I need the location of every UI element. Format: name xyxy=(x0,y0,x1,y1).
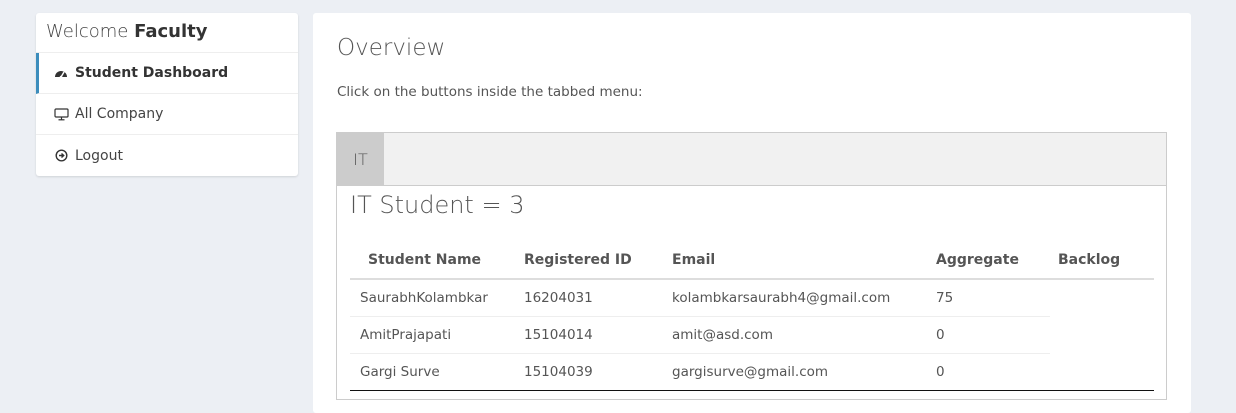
welcome-prefix: Welcome xyxy=(46,21,129,42)
sidebar: Welcome Faculty Student Dashboard All Co… xyxy=(36,13,298,176)
sidebar-item-student-dashboard[interactable]: Student Dashboard xyxy=(36,53,298,94)
cell-registered-id: 16204031 xyxy=(516,278,664,316)
cell-aggregate: 75 xyxy=(928,278,1050,316)
welcome-heading: Welcome Faculty xyxy=(36,13,298,53)
students-table: Student Name Registered ID Email Aggrega… xyxy=(350,242,1154,391)
main-panel: Overview Click on the buttons inside the… xyxy=(313,13,1191,413)
cell-aggregate: 0 xyxy=(928,352,1050,391)
welcome-role: Faculty xyxy=(134,21,208,42)
column-header-aggregate: Aggregate xyxy=(928,242,1050,280)
tab-it[interactable]: IT xyxy=(337,133,384,185)
cell-email: kolambkarsaurabh4@gmail.com xyxy=(664,278,928,316)
column-header-registered-id: Registered ID xyxy=(516,242,664,280)
cell-registered-id: 15104039 xyxy=(516,352,664,391)
tabbed-panel: IT IT Student = 3 Student Name Registere… xyxy=(336,132,1167,400)
column-header-student-name: Student Name xyxy=(350,242,516,280)
cell-student-name: SaurabhKolambkar xyxy=(350,278,516,316)
cell-backlog xyxy=(1050,353,1154,391)
monitor-icon xyxy=(53,107,69,121)
cell-backlog xyxy=(1050,279,1154,316)
page-title: Overview xyxy=(337,35,446,61)
cell-registered-id: 15104014 xyxy=(516,315,664,353)
sidebar-item-all-company[interactable]: All Company xyxy=(36,94,298,135)
cell-email: amit@asd.com xyxy=(664,315,928,353)
cell-backlog xyxy=(1050,316,1154,353)
column-header-backlog: Backlog xyxy=(1050,242,1154,280)
cell-student-name: Gargi Surve xyxy=(350,352,516,391)
logout-icon xyxy=(53,149,69,163)
cell-aggregate: 0 xyxy=(928,315,1050,353)
column-header-email: Email xyxy=(664,242,928,280)
sidebar-item-label: Student Dashboard xyxy=(75,65,229,81)
sidebar-item-label: All Company xyxy=(75,106,164,122)
table-header-row: Student Name Registered ID Email Aggrega… xyxy=(350,242,1154,280)
dashboard-icon xyxy=(53,66,69,80)
table-row: Gargi Surve 15104039 gargisurve@gmail.co… xyxy=(350,352,1154,391)
cell-student-name: AmitPrajapati xyxy=(350,315,516,353)
table-row: AmitPrajapati 15104014 amit@asd.com 0 xyxy=(350,315,1154,353)
table-row: SaurabhKolambkar 16204031 kolambkarsaura… xyxy=(350,278,1154,316)
sidebar-item-label: Logout xyxy=(75,147,123,164)
student-count-heading: IT Student = 3 xyxy=(350,191,525,219)
instruction-text: Click on the buttons inside the tabbed m… xyxy=(337,84,643,100)
cell-email: gargisurve@gmail.com xyxy=(664,352,928,391)
sidebar-item-logout[interactable]: Logout xyxy=(36,135,298,176)
tab-bar: IT xyxy=(337,133,1166,186)
